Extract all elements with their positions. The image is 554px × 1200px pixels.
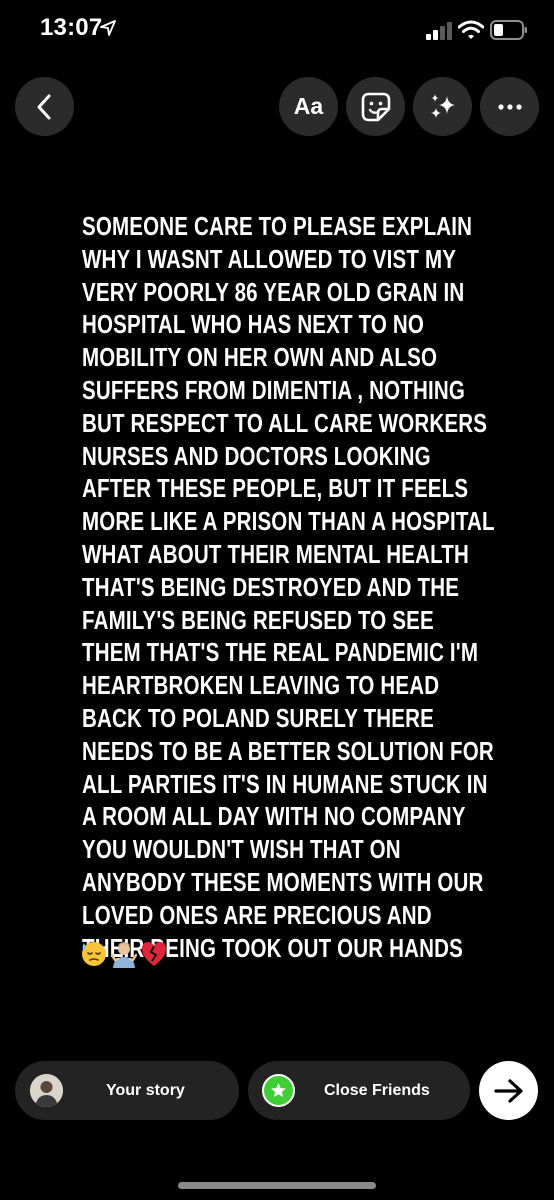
story-line: YOU WOULDN'T WISH THAT ON	[82, 834, 401, 865]
sparkles-icon	[430, 93, 455, 118]
effects-button[interactable]	[413, 77, 472, 136]
story-line: BACK TO POLAND SURELY THERE	[82, 702, 434, 733]
wifi-icon	[458, 20, 484, 39]
downcast-sweat-face-icon	[82, 942, 106, 966]
sticker-icon	[361, 92, 390, 121]
text-tool-button[interactable]: Aa	[279, 77, 338, 136]
star-icon	[271, 1083, 286, 1098]
emoji-row	[80, 937, 168, 969]
text-tool-label: Aa	[293, 93, 324, 119]
story-line: WHY I WASNT ALLOWED TO VIST MY	[82, 243, 457, 274]
broken-heart-icon	[142, 942, 166, 966]
story-line: ANYBODY THESE MOMENTS WITH OUR	[82, 866, 484, 897]
cellular-signal-icon	[426, 22, 452, 40]
status-bar: 13:07	[0, 0, 554, 64]
story-line: HEARTBROKEN LEAVING TO HEAD	[82, 670, 440, 701]
story-line: BUT RESPECT TO ALL CARE WORKERS	[82, 407, 488, 438]
story-line: MOBILITY ON HER OWN AND ALSO	[82, 342, 438, 373]
story-line: THEM THAT'S THE REAL PANDEMIC I'M	[82, 637, 479, 668]
arrow-right-icon	[493, 1078, 523, 1103]
back-button[interactable]	[15, 77, 74, 136]
story-line: SUFFERS FROM DIMENTIA , NOTHING	[82, 374, 465, 405]
avatar	[30, 1074, 63, 1107]
story-line: ALL PARTIES IT'S IN HUMANE STUCK IN	[82, 768, 488, 799]
your-story-button[interactable]: Your story	[15, 1061, 239, 1120]
home-indicator	[178, 1182, 376, 1189]
story-line: A ROOM ALL DAY WITH NO COMPANY	[82, 801, 466, 832]
story-line: THAT'S BEING DESTROYED AND THE	[82, 571, 460, 602]
status-time: 13:07	[40, 14, 103, 41]
sticker-button[interactable]	[346, 77, 405, 136]
story-text[interactable]: SOMEONE CARE TO PLEASE EXPLAIN WHY I WAS…	[82, 210, 495, 964]
send-button[interactable]	[479, 1061, 538, 1120]
battery-icon	[490, 20, 527, 40]
story-line: LOVED ONES ARE PRECIOUS AND	[82, 899, 432, 930]
close-friends-label: Close Friends	[324, 1082, 430, 1099]
your-story-label: Your story	[106, 1082, 185, 1099]
story-line: VERY POORLY 86 YEAR OLD GRAN IN	[82, 276, 465, 307]
story-line: WHAT ABOUT THEIR MENTAL HEALTH	[82, 538, 469, 569]
close-friends-badge	[262, 1074, 295, 1107]
story-line: SOMEONE CARE TO PLEASE EXPLAIN	[82, 211, 473, 241]
story-line: NEEDS TO BE A BETTER SOLUTION FOR	[82, 735, 494, 766]
story-editor-screen: 13:07 Aa SOMEONE CARE TO PLEASE EXPLAIN …	[0, 0, 554, 1200]
location-arrow-icon	[100, 20, 116, 36]
story-line: AFTER THESE PEOPLE, BUT IT FEELS	[82, 473, 469, 504]
close-friends-button[interactable]: Close Friends	[248, 1061, 470, 1120]
chevron-left-icon	[37, 94, 50, 119]
story-line: FAMILY'S BEING REFUSED TO SEE	[82, 604, 434, 635]
ellipsis-icon	[497, 103, 522, 110]
story-line: HOSPITAL WHO HAS NEXT TO NO	[82, 309, 425, 340]
shrugging-person-icon	[110, 942, 138, 968]
more-options-button[interactable]	[480, 77, 539, 136]
story-line: NURSES AND DOCTORS LOOKING	[82, 440, 431, 471]
story-line: MORE LIKE A PRISON THAN A HOSPITAL	[82, 506, 495, 537]
